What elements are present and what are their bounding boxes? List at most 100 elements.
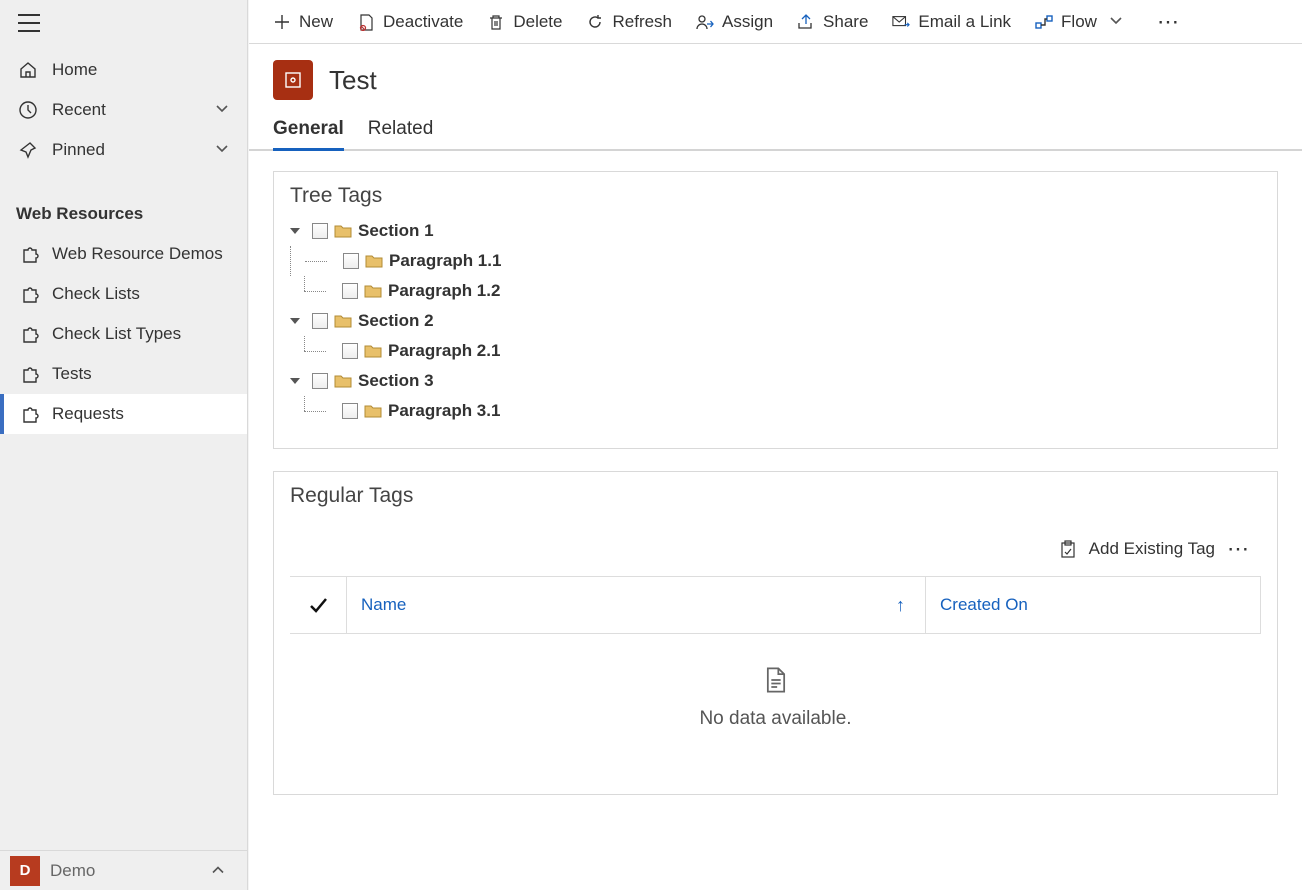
share-button[interactable]: Share <box>787 0 878 43</box>
deactivate-button[interactable]: Deactivate <box>347 0 473 43</box>
sidebar-item-check-list-types[interactable]: Check List Types <box>0 314 247 354</box>
puzzle-icon <box>20 364 40 384</box>
puzzle-icon <box>20 244 40 264</box>
tags-grid: Name ↑ Created On No data available. <box>290 576 1261 772</box>
checkbox[interactable] <box>312 313 328 329</box>
sidebar-item-label: Web Resource Demos <box>52 244 223 264</box>
command-bar: New Deactivate Delete Refresh Assign <box>249 0 1302 44</box>
sidebar-item-recent[interactable]: Recent <box>0 90 247 130</box>
tree-node[interactable]: Section 3 <box>290 366 1261 396</box>
new-button[interactable]: New <box>263 0 343 43</box>
chevron-down-icon <box>215 100 229 120</box>
checkbox[interactable] <box>342 283 358 299</box>
sort-ascending-icon: ↑ <box>896 595 905 616</box>
record-header: Test <box>249 44 1302 114</box>
record-title: Test <box>329 65 377 96</box>
checkbox[interactable] <box>312 223 328 239</box>
flow-icon <box>1035 13 1053 31</box>
column-label: Name <box>361 595 406 615</box>
tree-node-label: Section 1 <box>358 221 434 241</box>
grid-empty-state: No data available. <box>290 634 1261 772</box>
select-all-checkbox[interactable] <box>290 577 347 633</box>
puzzle-icon <box>20 324 40 344</box>
sidebar-item-label: Pinned <box>52 140 105 160</box>
column-header-created-on[interactable]: Created On <box>926 577 1261 633</box>
app-switcher[interactable]: D Demo <box>0 850 247 890</box>
clipboard-icon <box>1059 540 1077 558</box>
tree-node[interactable]: Paragraph 1.1 <box>290 246 1261 276</box>
menu-toggle-icon[interactable] <box>18 14 40 32</box>
add-existing-tag-button[interactable]: Add Existing Tag <box>1089 539 1215 559</box>
cmd-label: Deactivate <box>383 12 463 32</box>
sidebar-item-check-lists[interactable]: Check Lists <box>0 274 247 314</box>
sidebar-item-tests[interactable]: Tests <box>0 354 247 394</box>
tree-node-label: Paragraph 1.2 <box>388 281 500 301</box>
email-icon <box>892 13 910 31</box>
checkbox[interactable] <box>343 253 359 269</box>
assign-button[interactable]: Assign <box>686 0 783 43</box>
sidebar: Home Recent Pinned <box>0 0 248 890</box>
main-region: New Deactivate Delete Refresh Assign <box>249 0 1302 890</box>
sidebar-section-header: Web Resources <box>0 204 247 224</box>
tab-row: General Related <box>249 114 1302 151</box>
tree-node[interactable]: Section 2 <box>290 306 1261 336</box>
panel-title: Regular Tags <box>290 484 1261 508</box>
trash-icon <box>487 13 505 31</box>
regular-tags-panel: Regular Tags Add Existing Tag ⋯ Name ↑ <box>273 471 1278 795</box>
sidebar-item-home[interactable]: Home <box>0 50 247 90</box>
tree-node-label: Paragraph 3.1 <box>388 401 500 421</box>
refresh-button[interactable]: Refresh <box>576 0 682 43</box>
refresh-icon <box>586 13 604 31</box>
delete-button[interactable]: Delete <box>477 0 572 43</box>
column-header-name[interactable]: Name ↑ <box>347 577 926 633</box>
cmd-label: Share <box>823 12 868 32</box>
more-subgrid-button[interactable]: ⋯ <box>1227 536 1251 562</box>
home-icon <box>18 60 38 80</box>
ellipsis-icon: ⋯ <box>1157 9 1181 35</box>
tree-node[interactable]: Paragraph 2.1 <box>290 336 1261 366</box>
cmd-label: Flow <box>1061 12 1097 32</box>
puzzle-icon <box>20 404 40 424</box>
sidebar-item-label: Home <box>52 60 97 80</box>
chevron-down-icon <box>1109 12 1123 32</box>
tree-node-label: Section 3 <box>358 371 434 391</box>
checkbox[interactable] <box>312 373 328 389</box>
folder-icon <box>364 343 382 359</box>
pin-icon <box>18 140 38 160</box>
assign-icon <box>696 13 714 31</box>
tree-node[interactable]: Paragraph 3.1 <box>290 396 1261 426</box>
tree-node-label: Paragraph 2.1 <box>388 341 500 361</box>
tab-related[interactable]: Related <box>368 114 434 151</box>
empty-message: No data available. <box>290 708 1261 730</box>
document-icon <box>762 666 790 694</box>
checkbox[interactable] <box>342 403 358 419</box>
email-link-button[interactable]: Email a Link <box>882 0 1021 43</box>
sidebar-item-requests[interactable]: Requests <box>0 394 247 434</box>
tree-view: Section 1 Paragraph 1.1 <box>290 216 1261 426</box>
folder-icon <box>364 403 382 419</box>
entity-badge-icon <box>273 60 313 100</box>
plus-icon <box>273 13 291 31</box>
more-commands-button[interactable]: ⋯ <box>1137 0 1191 43</box>
puzzle-icon <box>20 284 40 304</box>
checkbox[interactable] <box>342 343 358 359</box>
cmd-label: New <box>299 12 333 32</box>
tree-node[interactable]: Section 1 <box>290 216 1261 246</box>
panel-title: Tree Tags <box>290 184 1261 208</box>
cmd-label: Email a Link <box>918 12 1011 32</box>
sidebar-item-web-resource-demos[interactable]: Web Resource Demos <box>0 234 247 274</box>
folder-icon <box>364 283 382 299</box>
cmd-label: Refresh <box>612 12 672 32</box>
folder-icon <box>334 313 352 329</box>
tree-node[interactable]: Paragraph 1.2 <box>290 276 1261 306</box>
content-area: Tree Tags Section 1 <box>249 151 1302 890</box>
tab-general[interactable]: General <box>273 114 344 151</box>
sidebar-item-label: Check List Types <box>52 324 181 344</box>
sidebar-item-pinned[interactable]: Pinned <box>0 130 247 170</box>
flow-button[interactable]: Flow <box>1025 0 1133 43</box>
app-name: Demo <box>50 861 95 881</box>
chevron-up-icon <box>211 862 225 879</box>
sidebar-item-label: Recent <box>52 100 106 120</box>
grid-header-row: Name ↑ Created On <box>290 577 1261 634</box>
sidebar-item-label: Requests <box>52 404 124 424</box>
